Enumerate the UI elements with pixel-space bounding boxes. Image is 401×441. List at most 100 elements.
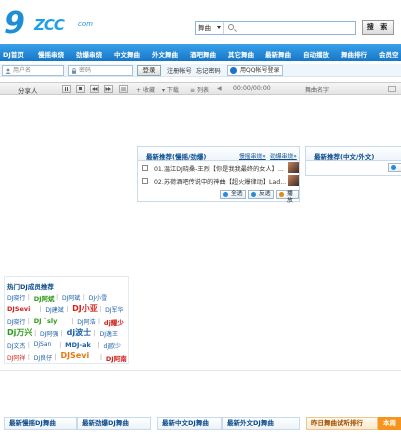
invert-selection-button[interactable]: 反选 — [248, 190, 274, 199]
dj-thumbnail — [288, 162, 299, 173]
dj-tag[interactable]: dj欧少 — [104, 341, 121, 350]
next-button[interactable] — [104, 85, 113, 93]
loop-button[interactable] — [119, 85, 128, 93]
hard-link[interactable]: 劲爆串烧» — [270, 151, 297, 160]
nav-item[interactable]: 最新舞曲 — [265, 49, 291, 59]
forgot-password-link[interactable]: 忘记密码 — [196, 66, 221, 75]
nav-item[interactable]: 自动播放 — [303, 49, 329, 59]
nav-item[interactable]: DJ首页 — [3, 49, 24, 59]
search-button[interactable]: 搜 索 — [362, 20, 394, 35]
stop-button[interactable] — [76, 85, 85, 93]
dj-tag[interactable]: DJ阿祥 — [7, 353, 25, 362]
rewind-icon — [92, 87, 98, 91]
dj-tag[interactable]: dj波士 — [67, 327, 91, 338]
collect-label: 收藏 — [142, 87, 155, 94]
collect-button[interactable]: + 收藏 — [136, 85, 155, 94]
nav-item[interactable]: 慢摇串烧 — [38, 49, 64, 59]
dj-tag[interactable]: DJ小亚 — [72, 303, 98, 314]
search-input[interactable] — [226, 22, 354, 34]
dj-tag[interactable]: DJ建斌 — [45, 305, 63, 314]
nav-item[interactable]: 酒吧舞曲 — [190, 49, 216, 59]
pause-icon — [65, 87, 68, 91]
list-button[interactable]: ≡ 列表 — [190, 85, 209, 94]
dj-tag[interactable]: DJ逸王 — [100, 329, 118, 338]
dj-tag[interactable]: DjSan — [34, 341, 52, 348]
row-checkbox[interactable] — [142, 165, 148, 171]
logo-suffix: com — [78, 20, 93, 28]
password-field[interactable]: 密码 — [68, 65, 133, 76]
user-icon — [5, 68, 11, 74]
login-bar: 用户名 密码 登录 注册帐号 忘记密码 用QQ帐号登录 — [0, 64, 401, 77]
tag-separator: | — [39, 305, 42, 313]
dj-tag[interactable]: DJ阿浩 — [77, 317, 95, 326]
dj-tag[interactable]: DJ良仔 — [34, 353, 52, 362]
dj-tag[interactable]: DJ阿强 — [40, 329, 58, 338]
nav-item[interactable]: 会员空 — [379, 49, 399, 59]
select-all-button[interactable] — [388, 163, 401, 172]
row-title[interactable]: 01.温江DJ晓桑-王烈【你是我我最终的女人】... — [154, 164, 284, 173]
search-category-value: 舞曲 — [198, 24, 211, 32]
nav-item[interactable]: 其它舞曲 — [228, 49, 254, 59]
dj-tag[interactable]: DJ阿斌 — [34, 293, 55, 303]
invert-label: 反选 — [259, 191, 271, 197]
select-all-button[interactable]: 全选 — [220, 190, 246, 199]
row-checkbox[interactable] — [142, 178, 148, 184]
tab-latest-slow[interactable]: 最新慢摇DJ舞曲 — [4, 417, 77, 430]
dj-tag[interactable]: DJ军华 — [105, 305, 123, 314]
tag-separator: | — [99, 353, 103, 361]
lock-icon — [72, 68, 76, 74]
play-selected-button[interactable]: 播放 — [276, 190, 299, 204]
qq-icon — [230, 67, 237, 74]
nav-item[interactable]: 舞曲排行 — [341, 49, 367, 59]
register-link[interactable]: 注册帐号 — [167, 66, 192, 75]
dj-tag[interactable]: DJ文杰 — [7, 341, 25, 350]
tag-separator: | — [27, 293, 30, 301]
slow-link[interactable]: 慢摇串烧» — [239, 151, 266, 160]
volume-slider[interactable] — [388, 86, 396, 92]
dj-tag[interactable]: Dj万兴 — [7, 327, 32, 338]
play-label: 播放 — [287, 191, 293, 204]
search-box: 舞曲 — [195, 21, 356, 35]
tag-separator: | — [54, 353, 57, 361]
logo-mark: 9 — [4, 6, 25, 41]
dj-tag[interactable]: DJ晓行 — [7, 317, 25, 326]
dj-tag[interactable]: DJSevi — [7, 305, 30, 313]
dj-tag[interactable]: MDJ-ak — [65, 341, 91, 349]
prev-button[interactable] — [90, 85, 99, 93]
dj-tag[interactable]: DJ晓行 — [7, 293, 25, 302]
tag-separator: | — [27, 341, 30, 349]
qq-login-button[interactable]: 用QQ帐号登录 — [227, 65, 283, 76]
dj-tag[interactable]: DJ阿斌 — [62, 293, 80, 302]
search-category-select[interactable]: 舞曲 — [196, 22, 224, 34]
download-button[interactable]: ▾ 下载 — [162, 85, 179, 94]
tab-this-week[interactable]: 本周 — [378, 417, 401, 430]
tag-separator: | — [97, 317, 101, 325]
dj-tag[interactable]: DJ阿南 — [106, 353, 127, 363]
row-title[interactable]: 02.苏荷酒吧传说中的神曲【超火爆律动】Lad... — [154, 177, 286, 186]
stop-icon — [79, 87, 82, 90]
download-label: 下载 — [166, 87, 179, 94]
nav-item[interactable]: 外文舞曲 — [152, 49, 178, 59]
site-logo[interactable]: 9 ZCC com — [4, 6, 114, 41]
hot-dj-title: 热门DJ成员推荐 — [7, 283, 54, 291]
tab-latest-foreign[interactable]: 最新外文DJ舞曲 — [222, 417, 300, 430]
tab-latest-hard[interactable]: 最新劲爆DJ舞曲 — [77, 417, 151, 430]
pause-button[interactable] — [62, 85, 71, 93]
nav-item[interactable]: 中文舞曲 — [114, 49, 140, 59]
qq-login-label: 用QQ帐号登录 — [240, 67, 280, 74]
tab-latest-chinese[interactable]: 最新中文DJ舞曲 — [157, 417, 222, 430]
dj-tag[interactable]: DJSevi — [60, 351, 89, 360]
volume-icon[interactable]: ◀ — [217, 85, 222, 92]
tag-separator: | — [27, 353, 30, 361]
tab-yesterday-rank[interactable]: 昨日舞曲试听排行 — [306, 417, 378, 430]
dj-tag[interactable]: DJ `sly — [34, 317, 58, 325]
login-button[interactable]: 登录 — [137, 65, 161, 76]
nav-item[interactable]: 劲爆串烧 — [76, 49, 102, 59]
dj-tag[interactable]: DJ小雪 — [89, 293, 107, 302]
player-bar: 分享人 + 收藏 ▾ 下载 ≡ 列表 ◀ 00:00/00:00 舞曲名字 — [0, 82, 401, 95]
username-placeholder: 用户名 — [13, 67, 32, 74]
dj-tag[interactable]: dj耀少 — [104, 317, 124, 327]
latest-slow-panel: 最新推荐(慢摇/劲爆) 慢摇串烧» 劲爆串烧» 01.温江DJ晓桑-王烈【你是我… — [137, 146, 300, 204]
username-field[interactable]: 用户名 — [2, 65, 64, 76]
check-icon — [391, 165, 396, 170]
